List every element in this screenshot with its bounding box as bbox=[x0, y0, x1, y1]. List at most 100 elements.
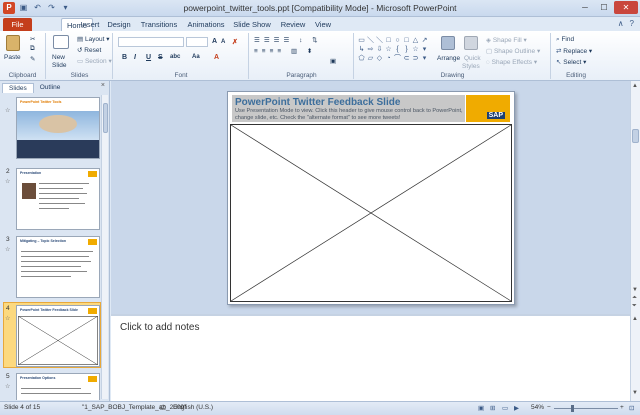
clear-formatting-icon[interactable]: ✗ bbox=[232, 38, 238, 46]
slide-subtitle: Use Presentation Mode to view. Click thi… bbox=[235, 108, 463, 121]
alignment-buttons-icon[interactable]: ≡≡≡≡ ▥ ⬍ bbox=[254, 47, 316, 55]
list-buttons-icon[interactable]: ☰☰☰☰ ↕ ⇅ bbox=[254, 36, 322, 44]
shadow-button[interactable]: abc bbox=[170, 54, 180, 60]
notes-scrollbar[interactable]: ▲ ▼ bbox=[630, 314, 640, 401]
slide-thumb-image: Presentation Options bbox=[16, 373, 100, 400]
slide-thumbnail-4[interactable]: 4 ☆ PowerPoint Twitter Feedback Slide bbox=[3, 302, 101, 368]
zoom-slider-knob[interactable] bbox=[571, 405, 574, 412]
tab-outline[interactable]: Outline bbox=[34, 83, 67, 93]
scroll-thumb[interactable] bbox=[632, 129, 639, 143]
minimize-icon[interactable]: ─ bbox=[576, 1, 594, 14]
slide-thumbnail-1[interactable]: ☆ PowerPoint Twitter Tools bbox=[4, 97, 101, 159]
maximize-icon[interactable]: ☐ bbox=[595, 1, 613, 14]
quick-styles-icon[interactable] bbox=[464, 36, 478, 50]
minimize-ribbon-icon[interactable]: ∧ bbox=[618, 19, 624, 28]
theme-name[interactable]: "1_SAP_BOBJ_Template_ab_2009" bbox=[82, 404, 186, 411]
transition-star-icon: ☆ bbox=[5, 108, 11, 114]
change-case-button[interactable]: Aa bbox=[192, 54, 200, 60]
normal-view-icon[interactable]: ▣ bbox=[478, 404, 484, 412]
slide-header[interactable]: PowerPoint Twitter Feedback Slide Use Pr… bbox=[232, 95, 465, 122]
shapes-gallery[interactable]: ▭ ＼ ＼ □ ○ □ △ ↗ ↳ ⇨ ⇩ ☆{} ☆ ▾ ⬠ ▱ ◇ ◔ ⌒ ⊂ ⊃ ▾ bbox=[357, 36, 431, 64]
shrink-font-icon[interactable]: A bbox=[221, 39, 225, 45]
content-placeholder[interactable] bbox=[230, 124, 512, 302]
layout-button[interactable]: ▤ Layout ▾ bbox=[77, 35, 110, 43]
bold-button[interactable]: B bbox=[122, 54, 127, 61]
quick-styles-label-1[interactable]: Quick bbox=[464, 55, 481, 62]
panel-scroll-thumb[interactable] bbox=[103, 103, 108, 133]
tab-transitions[interactable]: Transitions bbox=[137, 18, 181, 31]
underline-button[interactable]: U bbox=[146, 54, 151, 61]
new-slide-icon[interactable] bbox=[53, 35, 69, 49]
tab-animations[interactable]: Animations bbox=[184, 18, 228, 31]
cut-icon[interactable]: ✂ bbox=[30, 35, 35, 43]
select-button[interactable]: ↖ Select ▾ bbox=[556, 58, 586, 66]
language-status[interactable]: English (U.S.) bbox=[173, 404, 213, 411]
hands-image bbox=[39, 115, 77, 133]
copy-icon[interactable]: ⧉ bbox=[30, 45, 35, 53]
shape-fill-button[interactable]: ◈ Shape Fill ▾ bbox=[486, 36, 527, 44]
panel-close-icon[interactable]: × bbox=[101, 82, 105, 89]
close-icon[interactable]: ✕ bbox=[614, 1, 638, 14]
slides-panel: Slides Outline × ☆ PowerPoint Twitter To… bbox=[0, 81, 110, 401]
fit-to-window-icon[interactable]: ⊡ bbox=[629, 404, 634, 412]
slide-vertical-scrollbar[interactable]: ▲ ▼ ⏶ ⏷ bbox=[630, 81, 640, 314]
paste-button[interactable]: Paste bbox=[4, 54, 21, 61]
sap-logo-small bbox=[88, 239, 97, 245]
reading-view-icon[interactable]: ▭ bbox=[502, 404, 508, 412]
tab-design[interactable]: Design bbox=[103, 18, 135, 31]
shape-effects-button[interactable]: ◌ Shape Effects ▾ bbox=[486, 58, 537, 66]
find-button[interactable]: ⌕ Find bbox=[556, 36, 574, 44]
help-icon[interactable]: ? bbox=[630, 19, 634, 28]
replace-button[interactable]: ⇄ Replace ▾ bbox=[556, 47, 592, 55]
quick-styles-label-2[interactable]: Styles bbox=[462, 63, 480, 70]
window-title: powerpoint_twitter_tools.ppt [Compatibil… bbox=[183, 3, 457, 13]
slide-thumbnail-5[interactable]: 5 ☆ Presentation Options bbox=[4, 373, 101, 400]
notes-scroll-up-icon[interactable]: ▲ bbox=[632, 316, 638, 322]
notes-scroll-down-icon[interactable]: ▼ bbox=[632, 390, 638, 396]
panel-scrollbar[interactable] bbox=[101, 95, 108, 399]
zoom-level[interactable]: 54% bbox=[531, 404, 544, 411]
font-color-icon[interactable]: A bbox=[214, 54, 219, 61]
grow-font-icon[interactable]: A bbox=[212, 38, 217, 45]
tab-file[interactable]: File bbox=[3, 18, 32, 31]
previous-slide-icon[interactable]: ⏶ bbox=[632, 295, 637, 302]
zoom-slider[interactable] bbox=[554, 408, 618, 409]
section-button[interactable]: ▭ Section ▾ bbox=[77, 57, 112, 65]
paste-icon[interactable] bbox=[6, 35, 20, 51]
arrange-icon[interactable] bbox=[441, 36, 455, 50]
tab-slide-show[interactable]: Slide Show bbox=[232, 18, 272, 31]
strikethrough-button[interactable]: S bbox=[158, 54, 163, 61]
notes-placeholder[interactable]: Click to add notes bbox=[120, 322, 200, 333]
notes-pane[interactable]: Click to add notes bbox=[111, 314, 630, 401]
slide-thumbnail-3[interactable]: 3 ☆ Mitigating – Topic Selection bbox=[4, 236, 101, 298]
tab-slides[interactable]: Slides bbox=[2, 83, 34, 93]
new-slide-label-1[interactable]: New bbox=[52, 54, 65, 61]
current-slide[interactable]: PowerPoint Twitter Feedback Slide Use Pr… bbox=[227, 91, 515, 305]
zoom-in-icon[interactable]: + bbox=[620, 404, 624, 411]
thumb-placeholder-x bbox=[18, 316, 98, 365]
format-painter-icon[interactable]: ✎ bbox=[30, 55, 35, 63]
italic-button[interactable]: I bbox=[134, 54, 136, 61]
slide-show-icon[interactable]: ▶ bbox=[514, 404, 519, 412]
scroll-up-icon[interactable]: ▲ bbox=[632, 83, 638, 89]
zoom-out-icon[interactable]: − bbox=[547, 404, 551, 411]
slide-sorter-icon[interactable]: ⊞ bbox=[490, 404, 495, 412]
font-name-field[interactable] bbox=[118, 37, 184, 47]
scroll-down-icon[interactable]: ▼ bbox=[632, 287, 638, 293]
slide-thumbnail-2[interactable]: 2 ☆ Presentation bbox=[4, 168, 101, 230]
new-slide-label-2[interactable]: Slide bbox=[52, 62, 66, 69]
font-size-field[interactable] bbox=[186, 37, 208, 47]
slide-thumb-image: PowerPoint Twitter Tools bbox=[16, 97, 100, 159]
tab-view[interactable]: View bbox=[312, 18, 334, 31]
next-slide-icon[interactable]: ⏷ bbox=[632, 303, 637, 310]
spellcheck-icon[interactable]: ☑ bbox=[160, 404, 166, 412]
reset-button[interactable]: ↺ Reset bbox=[77, 46, 101, 54]
slide-counter: Slide 4 of 15 bbox=[4, 404, 41, 411]
tab-review[interactable]: Review bbox=[279, 18, 307, 31]
arrange-button[interactable]: Arrange bbox=[437, 55, 460, 62]
thumb-title: Presentation bbox=[20, 171, 42, 175]
smartart-icon[interactable]: ▣ bbox=[330, 57, 336, 65]
sap-logo-small bbox=[88, 308, 97, 314]
shape-outline-button[interactable]: ▢ Shape Outline ▾ bbox=[486, 47, 540, 55]
group-label-slides: Slides bbox=[70, 72, 89, 79]
